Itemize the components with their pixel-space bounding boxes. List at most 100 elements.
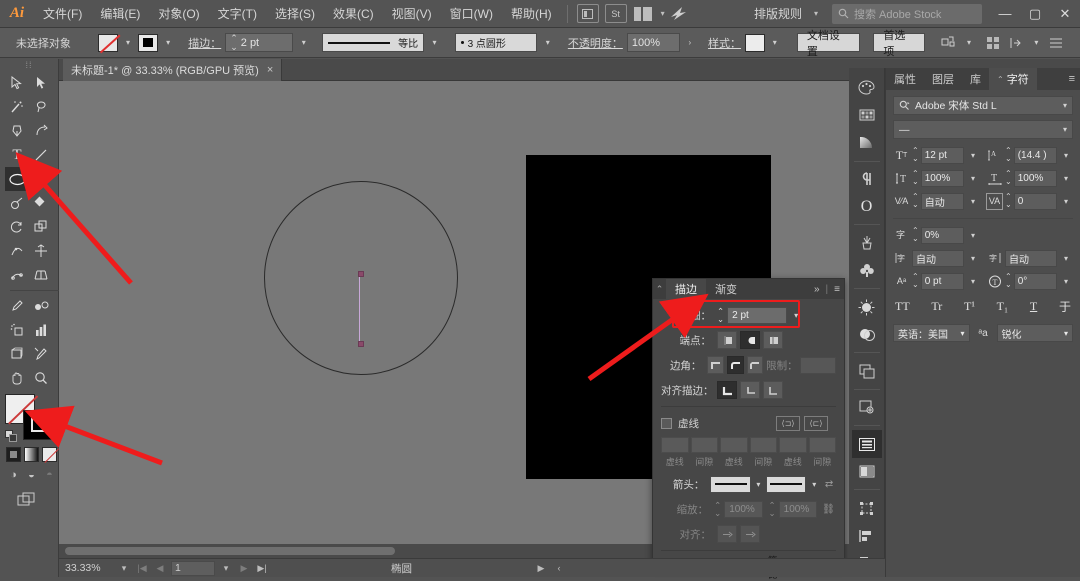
baseline-shift-input[interactable]: 0 pt (920, 272, 964, 290)
tool-selection[interactable] (5, 71, 29, 95)
arrange-chevron-icon[interactable]: ▾ (1030, 34, 1043, 52)
zoom-level-value[interactable]: 33.33% (65, 562, 113, 574)
status-menu-icon[interactable]: ‹ (552, 563, 566, 573)
miter-limit-input[interactable] (800, 356, 836, 374)
butt-cap-button[interactable] (717, 331, 737, 349)
color-panel-icon[interactable] (852, 74, 882, 102)
graphic-styles-panel-icon[interactable] (852, 321, 882, 349)
graphic-style-swatch[interactable] (745, 33, 765, 52)
appearance-panel-icon[interactable] (852, 293, 882, 321)
right-indent-chevron-icon[interactable]: ▾ (1059, 254, 1073, 263)
menu-help[interactable]: 帮助(H) (502, 0, 561, 28)
tab-libraries[interactable]: 库 (962, 68, 989, 90)
tool-direct-selection[interactable] (29, 71, 53, 95)
stroke-profile-chevron-icon[interactable]: ▾ (428, 34, 441, 52)
stroke-weight-stepper-icon[interactable]: ⌃ ⌄ (230, 33, 238, 52)
tool-slice[interactable] (29, 342, 53, 366)
horizontal-scroll-thumb[interactable] (65, 547, 395, 555)
default-fill-stroke-icon[interactable] (5, 430, 17, 442)
tool-symbol-sprayer[interactable] (5, 318, 29, 342)
select-similar-chevron-icon[interactable]: ▾ (963, 34, 976, 52)
subscript-button[interactable]: T₁ (997, 299, 1009, 314)
scale-stepper-2-icon[interactable]: ⌃ ⌄ (769, 500, 776, 518)
dash-field-3[interactable] (779, 437, 807, 453)
menu-effect[interactable]: 效果(C) (324, 0, 383, 28)
tool-line-segment[interactable] (29, 143, 53, 167)
artboard-chevron-icon[interactable]: ▾ (219, 563, 233, 574)
dash-adjust-corners-button[interactable]: ⟨⊏⟩ (804, 415, 828, 431)
menu-window[interactable]: 窗口(W) (441, 0, 502, 28)
last-artboard-icon[interactable]: ▶| (255, 563, 269, 574)
tool-column-graph[interactable] (29, 318, 53, 342)
menu-object[interactable]: 对象(O) (149, 0, 208, 28)
arrange-icon[interactable] (1007, 33, 1026, 53)
stroke-weight-chevron-icon[interactable]: ▾ (297, 34, 310, 52)
stock-promo-icon[interactable] (668, 4, 690, 23)
horizontal-scale-chevron-icon[interactable]: ▾ (1059, 174, 1073, 183)
font-style-field[interactable]: — ▾ (893, 120, 1073, 139)
round-join-button[interactable] (727, 356, 744, 374)
vertical-line-object[interactable] (357, 271, 366, 347)
leading-chevron-icon[interactable]: ▾ (1059, 151, 1073, 160)
arrow-scale-input-1[interactable]: 100% (724, 500, 763, 518)
bridge-icon[interactable] (576, 4, 599, 23)
small-caps-button[interactable]: Tr (931, 299, 942, 314)
tool-perspective-grid[interactable] (29, 263, 53, 287)
end-arrowhead-select[interactable] (766, 475, 807, 493)
rotation-stepper-icon[interactable]: ⌃ ⌄ (1005, 273, 1012, 289)
fill-dropdown-chevron-icon[interactable]: ▾ (122, 34, 135, 52)
font-family-field[interactable]: Adobe 宋体 Std L ▾ (893, 96, 1073, 115)
layers-panel-icon[interactable] (852, 357, 882, 385)
vertical-scale-input[interactable]: 100% (920, 169, 964, 187)
stroke-profile-field[interactable]: 等比 (321, 33, 425, 52)
graphic-style-chevron-icon[interactable]: ▾ (769, 34, 782, 52)
tab-gradient[interactable]: 渐变 (706, 279, 746, 299)
opacity-flyout-icon[interactable]: › (684, 34, 697, 52)
kerning-stepper-icon[interactable]: ⌃ ⌄ (1005, 193, 1012, 209)
tool-rotate[interactable] (5, 215, 29, 239)
window-close-button[interactable]: ✕ (1050, 0, 1080, 28)
horizontal-scale-stepper-icon[interactable]: ⌃ ⌄ (1005, 170, 1012, 186)
draw-normal-icon[interactable]: ◑ (6, 467, 21, 482)
options-icon[interactable] (1047, 33, 1066, 53)
tool-width[interactable] (5, 239, 29, 263)
language-chevron-icon[interactable]: ▾ (960, 329, 964, 338)
color-guide-icon[interactable] (852, 102, 882, 130)
baseline-shift-chevron-icon[interactable]: ▾ (966, 277, 980, 286)
end-arrowhead-chevron-icon[interactable]: ▾ (806, 476, 822, 493)
antialias-select[interactable]: 锐化 ▾ (996, 324, 1073, 342)
brush-definition-chevron-icon[interactable]: ▾ (541, 34, 554, 52)
start-arrowhead-select[interactable] (710, 475, 751, 493)
tool-shape-builder[interactable] (29, 191, 53, 215)
libraries-panel-icon[interactable] (852, 394, 882, 422)
tracking-chevron-icon[interactable]: ▾ (966, 197, 980, 206)
superscript-button[interactable]: T¹ (964, 299, 975, 314)
tool-lasso[interactable] (29, 95, 53, 119)
stroke-panel-dock-icon[interactable] (851, 430, 882, 458)
tab-layers[interactable]: 图层 (924, 68, 962, 90)
zoom-chevron-icon[interactable]: ▾ (117, 563, 131, 574)
draw-inside-icon[interactable]: ◓ (42, 467, 57, 482)
all-caps-button[interactable]: TT (895, 299, 910, 314)
horizontal-scale-input[interactable]: 100% (1013, 169, 1057, 187)
tool-curvature[interactable] (29, 119, 53, 143)
align-panel-icon[interactable] (852, 522, 882, 550)
link-arrow-scales-icon[interactable]: ⛓ (821, 501, 836, 517)
language-select[interactable]: 英语：美国 ▾ (893, 324, 970, 342)
change-screen-mode-icon[interactable] (17, 492, 39, 510)
tsume-stepper-icon[interactable]: ⌃ ⌄ (912, 227, 919, 243)
tool-free-transform[interactable] (29, 239, 53, 263)
menu-file[interactable]: 文件(F) (34, 0, 91, 28)
tool-artboard[interactable] (5, 342, 29, 366)
workspace-switcher[interactable]: 排版规则 (745, 0, 811, 28)
tool-zoom[interactable] (29, 366, 53, 390)
gap-field-1[interactable] (690, 437, 718, 453)
draw-behind-icon[interactable]: ◒ (24, 467, 39, 482)
brush-definition-field[interactable]: 3 点圆形 (454, 33, 538, 52)
leading-stepper-icon[interactable]: ⌃ ⌄ (1005, 147, 1012, 163)
opacity-field[interactable]: 100% (626, 33, 680, 52)
window-maximize-button[interactable]: ▢ (1020, 0, 1050, 28)
gradient-panel-icon[interactable] (852, 129, 882, 157)
symbols-panel-icon[interactable] (852, 257, 882, 285)
tool-ellipse[interactable] (5, 167, 29, 191)
